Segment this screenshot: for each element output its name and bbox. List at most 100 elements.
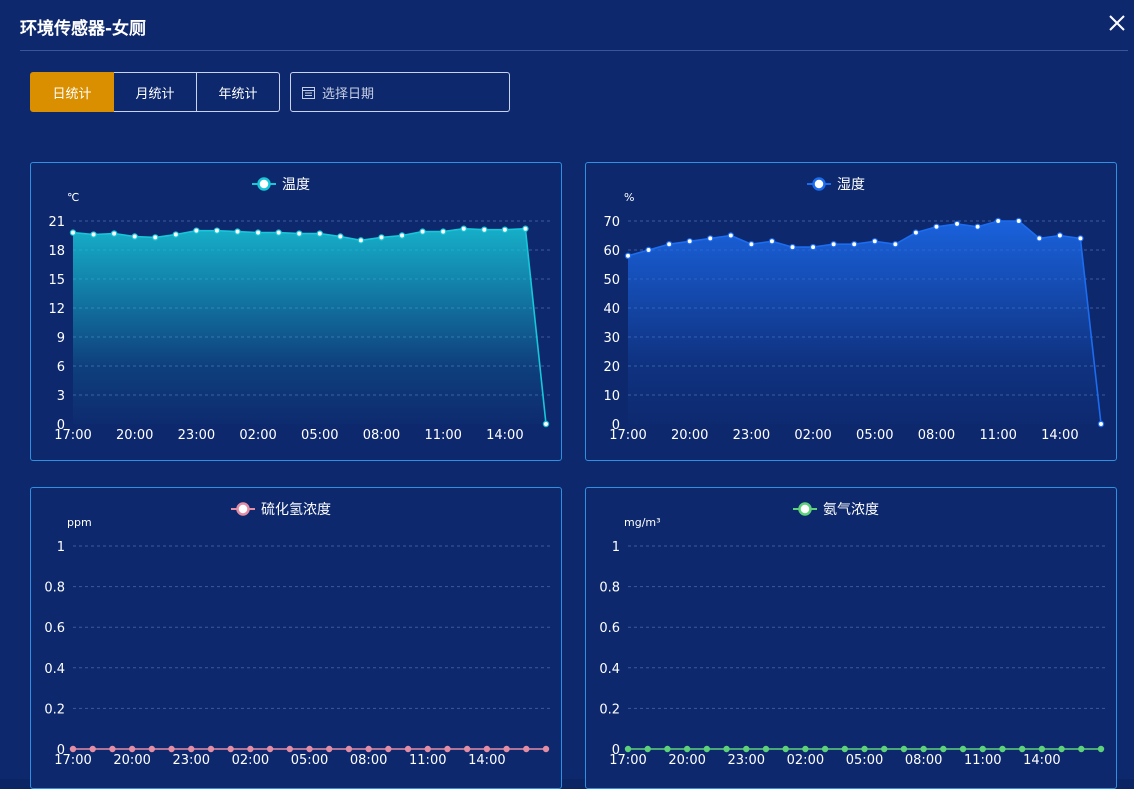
data-point[interactable] <box>522 225 529 232</box>
data-point[interactable] <box>523 745 530 753</box>
chart-legend[interactable]: 氨气浓度 <box>793 502 879 518</box>
data-point[interactable] <box>789 243 796 251</box>
data-point[interactable] <box>1097 420 1105 428</box>
data-point[interactable] <box>503 745 510 753</box>
data-point[interactable] <box>703 745 711 753</box>
data-point[interactable] <box>748 240 755 248</box>
data-point[interactable] <box>234 228 241 235</box>
data-point[interactable] <box>762 745 770 753</box>
tab-month-stats[interactable]: 月统计 <box>114 72 197 112</box>
data-point[interactable] <box>419 228 426 235</box>
data-point[interactable] <box>213 227 221 234</box>
data-point[interactable] <box>439 228 447 235</box>
data-point[interactable] <box>665 240 673 248</box>
data-point[interactable] <box>501 226 509 233</box>
data-point[interactable] <box>782 745 789 753</box>
data-point[interactable] <box>802 745 809 753</box>
data-point[interactable] <box>892 240 899 248</box>
data-point[interactable] <box>994 217 1002 225</box>
chart-legend[interactable]: 温度 <box>252 177 310 193</box>
data-point[interactable] <box>1015 217 1022 225</box>
data-point[interactable] <box>1097 745 1105 753</box>
data-point[interactable] <box>110 230 118 237</box>
data-point[interactable] <box>1036 235 1043 242</box>
data-point[interactable] <box>90 231 97 238</box>
data-point[interactable] <box>128 745 136 753</box>
tab-day-stats[interactable]: 日统计 <box>30 72 114 112</box>
data-point[interactable] <box>809 243 817 251</box>
data-point[interactable] <box>645 246 652 254</box>
data-point[interactable] <box>424 745 431 753</box>
data-point[interactable] <box>463 745 471 753</box>
data-point[interactable] <box>89 745 96 753</box>
data-point[interactable] <box>1058 745 1065 753</box>
data-point[interactable] <box>286 745 293 753</box>
data-point[interactable] <box>920 745 927 753</box>
data-point[interactable] <box>830 240 837 248</box>
data-point[interactable] <box>821 745 829 753</box>
data-point[interactable] <box>207 745 215 753</box>
data-point[interactable] <box>337 233 344 240</box>
data-point[interactable] <box>979 745 986 753</box>
data-point[interactable] <box>378 234 385 241</box>
data-point[interactable] <box>275 229 282 236</box>
chart-legend[interactable]: 湿度 <box>807 177 865 193</box>
data-point[interactable] <box>398 232 406 239</box>
data-point[interactable] <box>168 745 175 753</box>
data-point[interactable] <box>326 745 333 753</box>
close-button[interactable] <box>1106 12 1128 34</box>
data-point[interactable] <box>624 745 632 753</box>
data-point[interactable] <box>723 745 730 753</box>
data-point[interactable] <box>109 745 116 753</box>
data-point[interactable] <box>193 227 200 234</box>
data-point[interactable] <box>1078 745 1085 753</box>
data-point[interactable] <box>851 240 858 248</box>
data-point[interactable] <box>1077 235 1084 242</box>
chart-legend[interactable]: 硫化氢浓度 <box>231 502 331 518</box>
data-point[interactable] <box>69 745 77 753</box>
data-point[interactable] <box>683 745 691 753</box>
data-point[interactable] <box>707 235 714 242</box>
data-point[interactable] <box>1018 745 1026 753</box>
data-point[interactable] <box>861 745 868 753</box>
data-point[interactable] <box>460 225 467 232</box>
data-point[interactable] <box>953 220 961 228</box>
data-point[interactable] <box>357 237 365 244</box>
data-point[interactable] <box>483 745 491 753</box>
data-point[interactable] <box>481 226 488 233</box>
data-point[interactable] <box>172 231 180 238</box>
data-point[interactable] <box>727 232 735 239</box>
data-point[interactable] <box>444 745 451 753</box>
data-point[interactable] <box>254 229 262 236</box>
data-point[interactable] <box>69 229 77 236</box>
data-point[interactable] <box>247 745 254 753</box>
data-point[interactable] <box>900 745 908 753</box>
data-point[interactable] <box>940 745 947 753</box>
data-point[interactable] <box>542 745 550 753</box>
data-point[interactable] <box>999 745 1006 753</box>
data-point[interactable] <box>266 745 274 753</box>
data-point[interactable] <box>188 745 195 753</box>
data-point[interactable] <box>306 745 313 753</box>
data-point[interactable] <box>131 233 138 240</box>
data-point[interactable] <box>912 229 920 236</box>
data-point[interactable] <box>345 745 353 753</box>
data-point[interactable] <box>385 745 392 753</box>
data-point[interactable] <box>404 745 412 753</box>
data-point[interactable] <box>686 238 693 245</box>
data-point[interactable] <box>743 745 750 753</box>
data-point[interactable] <box>768 238 776 245</box>
data-point[interactable] <box>959 745 967 753</box>
data-point[interactable] <box>871 238 878 245</box>
data-point[interactable] <box>296 230 303 237</box>
data-point[interactable] <box>881 745 888 753</box>
data-point[interactable] <box>148 745 156 753</box>
data-point[interactable] <box>841 745 848 753</box>
data-point[interactable] <box>365 745 372 753</box>
data-point[interactable] <box>542 420 550 428</box>
date-picker[interactable]: 选择日期 <box>290 72 510 112</box>
data-point[interactable] <box>1056 232 1064 239</box>
data-point[interactable] <box>933 223 940 231</box>
data-point[interactable] <box>316 230 323 237</box>
data-point[interactable] <box>1038 745 1046 753</box>
